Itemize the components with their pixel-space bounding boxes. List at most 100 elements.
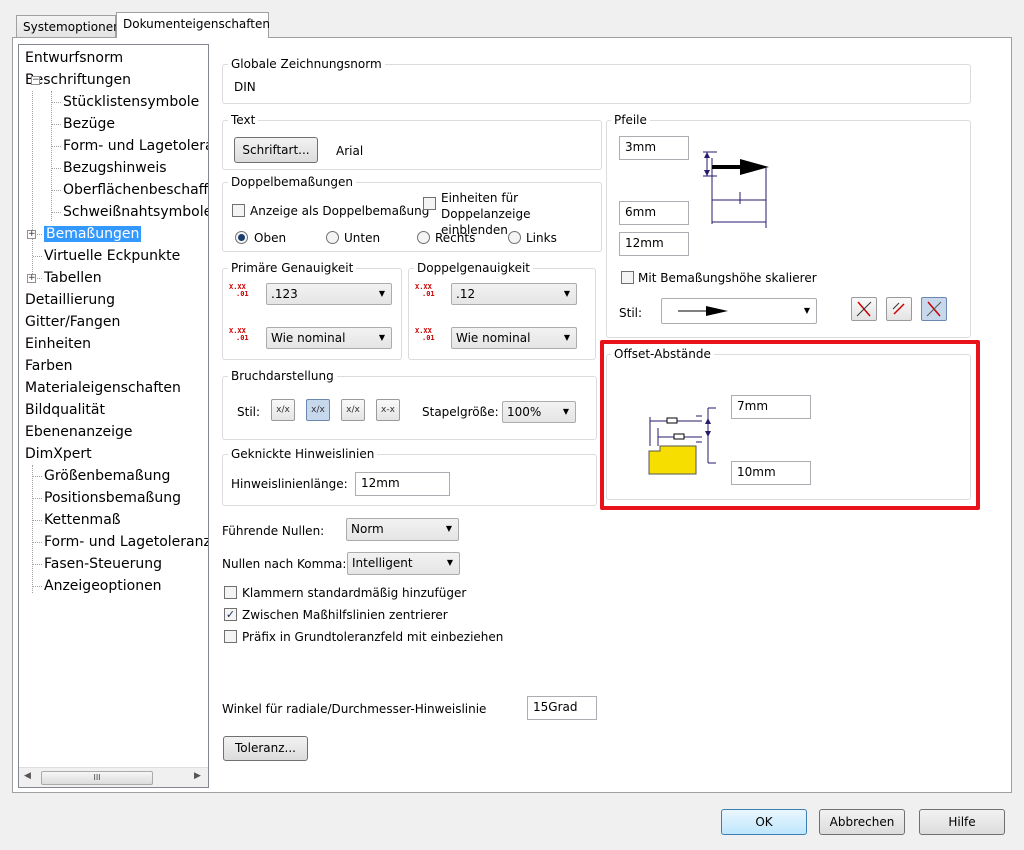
tree-expander-icon[interactable]: + <box>27 230 36 239</box>
radio-unten[interactable] <box>326 231 339 244</box>
horizontal-scrollbar[interactable]: ◀ III ▶ <box>19 767 208 787</box>
tree-item[interactable]: Schweißnahtsymbole <box>63 202 208 222</box>
tree-guide <box>52 102 61 103</box>
fraction-inline-icon[interactable]: x-x <box>376 399 400 421</box>
dual-precision-select[interactable]: .12 ▼ <box>451 283 577 305</box>
tree-item-label: Bemaßungen <box>44 226 142 242</box>
tree-item-label: Virtuelle Eckpunkte <box>44 248 181 264</box>
dual-units-checkbox[interactable] <box>423 197 436 210</box>
tree-guide <box>32 91 33 280</box>
fraction-stacked-icon[interactable]: x/x <box>306 399 330 421</box>
tree-item[interactable]: Bezüge <box>63 114 115 134</box>
fraction-diagonal-icon[interactable]: x/x <box>271 399 295 421</box>
tree-expander-icon[interactable]: + <box>27 274 36 283</box>
tree-item-label: Oberflächenbeschaffenheit <box>63 182 209 198</box>
tree-item[interactable]: Kettenmaß <box>44 510 121 530</box>
dual-tolerance-precision-select[interactable]: Wie nominal ▼ <box>451 327 577 349</box>
prefix-tolerance-label: Präfix in Grundtoleranzfeld mit einbezie… <box>242 630 504 644</box>
tree-item[interactable]: Bezugshinweis <box>63 158 167 178</box>
fraction-slanted-icon[interactable]: x/x <box>341 399 365 421</box>
select-value: .12 <box>456 287 476 301</box>
tree-item[interactable]: Virtuelle Eckpunkte <box>44 246 180 266</box>
arrow-outside-icon[interactable] <box>851 297 877 321</box>
tab-system-options[interactable]: Systemoptionen <box>16 15 121 39</box>
stack-size-select[interactable]: 100% ▼ <box>502 401 576 423</box>
prefix-tolerance-checkbox[interactable] <box>224 630 237 643</box>
tree-item-label: Gitter/Fangen <box>25 314 121 330</box>
leading-zeros-label: Führende Nullen: <box>222 524 325 538</box>
help-button[interactable]: Hilfe <box>919 809 1005 835</box>
tree-item[interactable]: Entwurfsnorm <box>25 48 123 68</box>
tree-item[interactable]: Anzeigeoptionen <box>44 576 162 596</box>
arrows-label: Pfeile <box>611 113 650 127</box>
tree-item[interactable]: Größenbemaßung <box>44 466 170 486</box>
select-value: Intelligent <box>352 556 413 570</box>
tree-item[interactable]: Bildqualität <box>25 400 105 420</box>
radio-links[interactable] <box>508 231 521 244</box>
scroll-thumb-grip: III <box>93 773 101 782</box>
tree-item[interactable]: Farben <box>25 356 72 376</box>
tree-item[interactable]: Fasen-Steuerung <box>44 554 162 574</box>
tree-guide <box>33 256 42 257</box>
tab-label: Systemoptionen <box>23 20 121 34</box>
select-value: Wie nominal <box>456 331 531 345</box>
tree-item-label: Materialeigenschaften <box>25 380 181 396</box>
precision-value-icon: X.XX .01 <box>415 284 435 298</box>
dual-show-label: Anzeige als Doppelbemaßung <box>250 204 430 218</box>
radio-rechts[interactable] <box>417 231 430 244</box>
primary-precision-select[interactable]: .123 ▼ <box>266 283 392 305</box>
tree-item-label: Beschriftungen <box>25 72 132 88</box>
scroll-right-icon[interactable]: ▶ <box>194 771 201 781</box>
tree-item[interactable]: Gitter/Fangen <box>25 312 120 332</box>
tree-item[interactable]: Einheiten <box>25 334 91 354</box>
brackets-default-label: Klammern standardmäßig hinzufüger <box>242 586 467 600</box>
global-norm-value[interactable]: DIN <box>234 80 256 94</box>
leader-length-input[interactable]: 12mm <box>355 472 450 496</box>
radio-unten-label: Unten <box>344 231 381 245</box>
tree-item[interactable]: Positionsbemaßung <box>44 488 181 508</box>
trailing-zeros-select[interactable]: Intelligent ▼ <box>347 552 460 575</box>
primary-tolerance-precision-select[interactable]: Wie nominal ▼ <box>266 327 392 349</box>
radial-angle-label: Winkel für radiale/Durchmesser-Hinweisli… <box>222 702 487 716</box>
scroll-thumb[interactable]: III <box>41 771 153 785</box>
arrow-height-input[interactable]: 3mm <box>619 136 689 160</box>
brackets-default-checkbox[interactable] <box>224 586 237 599</box>
tree-item[interactable]: Oberflächenbeschaffenheit <box>63 180 209 200</box>
dual-precision-label: Doppelgenauigkeit <box>414 261 533 275</box>
radial-angle-input[interactable]: 15Grad <box>527 696 597 720</box>
tree-item[interactable]: Form- und Lagetoleranz <box>63 136 208 156</box>
arrow-style-label: Stil: <box>619 306 643 320</box>
tree-item[interactable]: Detaillierung <box>25 290 115 310</box>
tree-expander-icon[interactable]: − <box>31 76 40 85</box>
tree-item[interactable]: Tabellen <box>44 268 102 288</box>
scroll-left-icon[interactable]: ◀ <box>24 771 31 781</box>
tree-item[interactable]: Bemaßungen <box>44 224 142 244</box>
tree-item[interactable]: Beschriftungen <box>25 70 131 90</box>
ok-button[interactable]: OK <box>721 809 807 835</box>
radio-oben[interactable] <box>235 231 248 244</box>
arrow-length-input[interactable]: 12mm <box>619 232 689 256</box>
tab-document-properties[interactable]: Dokumenteigenschaften <box>116 12 270 38</box>
tree-item[interactable]: DimXpert <box>25 444 92 464</box>
fraction-icon-glyph: x/x <box>311 405 325 415</box>
tree-item[interactable]: Form- und Lagetoleranz <box>44 532 208 552</box>
scale-with-height-checkbox[interactable] <box>621 271 634 284</box>
tree-item[interactable]: Materialeigenschaften <box>25 378 181 398</box>
font-button[interactable]: Schriftart... <box>234 137 318 163</box>
arrow-inside-icon[interactable] <box>886 297 912 321</box>
arrow-style-select[interactable]: ▼ <box>661 298 817 324</box>
tree-item-label: Stücklistensymbole <box>63 94 200 110</box>
arrow-width-input[interactable]: 6mm <box>619 201 689 225</box>
tree-guide <box>33 542 42 543</box>
cancel-button[interactable]: Abbrechen <box>819 809 905 835</box>
leading-zeros-select[interactable]: Norm ▼ <box>346 518 459 541</box>
tree-guide <box>33 586 42 587</box>
precision-icon-dot: .01 <box>236 334 249 342</box>
tolerance-button[interactable]: Toleranz... <box>223 736 308 761</box>
tree-item[interactable]: Stücklistensymbole <box>63 92 199 112</box>
tree-item[interactable]: Ebenenanzeige <box>25 422 133 442</box>
category-tree[interactable]: Entwurfsnorm Beschriftungen − Stücklistensy… <box>18 44 209 788</box>
center-between-checkbox[interactable]: ✓ <box>224 608 237 621</box>
dual-show-checkbox[interactable] <box>232 204 245 217</box>
arrow-smart-icon[interactable] <box>921 297 947 321</box>
